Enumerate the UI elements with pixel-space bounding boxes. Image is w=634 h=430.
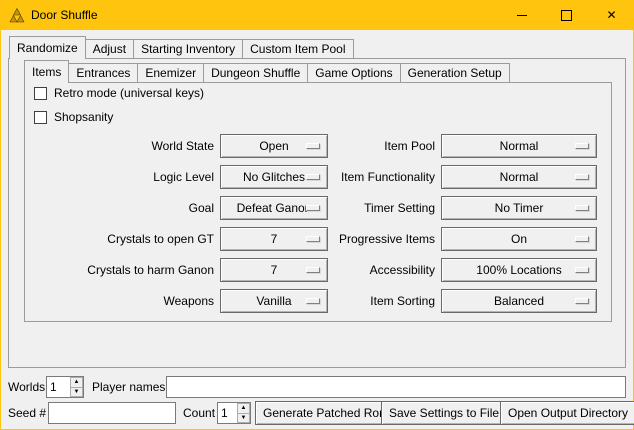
spin-up-button[interactable]: ▲: [237, 403, 250, 414]
spin-up-button[interactable]: ▲: [70, 377, 83, 388]
open-output-directory-button[interactable]: Open Output Directory: [500, 401, 634, 425]
weapons-dropdown[interactable]: Vanilla: [220, 289, 328, 313]
crystals-ganon-value: 7: [271, 263, 278, 277]
maximize-icon: [561, 10, 572, 21]
worlds-label: Worlds: [8, 380, 45, 394]
item-sorting-dropdown[interactable]: Balanced: [441, 289, 597, 313]
spin-down-button[interactable]: ▼: [237, 414, 250, 424]
retro-mode-checkbox-row[interactable]: Retro mode (universal keys): [34, 86, 204, 100]
accessibility-label: Accessibility: [328, 263, 441, 277]
tab-starting-inventory[interactable]: Starting Inventory: [134, 39, 243, 58]
minimize-button[interactable]: [499, 0, 544, 30]
dropdown-indicator-icon: [306, 298, 320, 304]
item-pool-dropdown[interactable]: Normal: [441, 134, 597, 158]
accessibility-dropdown[interactable]: 100% Locations: [441, 258, 597, 282]
window-controls: ✕: [499, 0, 634, 30]
count-input[interactable]: [218, 403, 237, 423]
player-names-label: Player names: [92, 380, 165, 394]
dropdown-indicator-icon: [575, 236, 589, 242]
item-sorting-label: Item Sorting: [328, 294, 441, 308]
item-functionality-value: Normal: [500, 170, 539, 184]
main-tab-bar: Randomize Adjust Starting Inventory Cust…: [9, 35, 354, 58]
dropdown-indicator-icon: [306, 205, 320, 211]
crystals-gt-value: 7: [271, 232, 278, 246]
dropdown-indicator-icon: [575, 174, 589, 180]
weapons-label: Weapons: [30, 294, 220, 308]
goal-label: Goal: [30, 201, 220, 215]
timer-setting-value: No Timer: [495, 201, 544, 215]
player-names-input[interactable]: [166, 376, 626, 398]
seed-input[interactable]: [48, 402, 176, 424]
shopsanity-checkbox[interactable]: [34, 111, 47, 124]
title-bar: Door Shuffle ✕: [0, 0, 634, 30]
sub-tab-bar: Items Entrances Enemizer Dungeon Shuffle…: [24, 59, 510, 82]
progressive-items-value: On: [511, 232, 527, 246]
seed-label: Seed #: [8, 406, 46, 420]
goal-dropdown[interactable]: Defeat Ganon: [220, 196, 328, 220]
maximize-button[interactable]: [544, 0, 589, 30]
app-icon: [9, 7, 25, 23]
tab-game-options[interactable]: Game Options: [308, 63, 400, 82]
tab-custom-item-pool[interactable]: Custom Item Pool: [243, 39, 353, 58]
tab-items[interactable]: Items: [24, 60, 69, 83]
item-functionality-dropdown[interactable]: Normal: [441, 165, 597, 189]
crystals-ganon-label: Crystals to harm Ganon: [30, 263, 220, 277]
item-sorting-value: Balanced: [494, 294, 544, 308]
tab-adjust[interactable]: Adjust: [86, 39, 134, 58]
spin-down-button[interactable]: ▼: [70, 388, 83, 398]
item-functionality-label: Item Functionality: [328, 170, 441, 184]
client-area: Randomize Adjust Starting Inventory Cust…: [1, 30, 633, 429]
dropdown-indicator-icon: [575, 143, 589, 149]
generate-patched-rom-button[interactable]: Generate Patched Rom: [255, 401, 397, 425]
count-spin-buttons: ▲ ▼: [237, 403, 250, 423]
weapons-value: Vanilla: [256, 294, 291, 308]
tab-dungeon-shuffle[interactable]: Dungeon Shuffle: [204, 63, 308, 82]
minimize-icon: [517, 15, 527, 16]
progressive-items-label: Progressive Items: [328, 232, 441, 246]
world-state-value: Open: [259, 139, 288, 153]
dropdown-indicator-icon: [306, 174, 320, 180]
tab-enemizer[interactable]: Enemizer: [138, 63, 204, 82]
dropdown-indicator-icon: [306, 143, 320, 149]
crystals-gt-label: Crystals to open GT: [30, 232, 220, 246]
app-window: Door Shuffle ✕ Randomize Adjust Starting…: [0, 0, 634, 430]
item-pool-value: Normal: [500, 139, 539, 153]
item-pool-label: Item Pool: [328, 139, 441, 153]
logic-level-label: Logic Level: [30, 170, 220, 184]
world-state-label: World State: [30, 139, 220, 153]
goal-value: Defeat Ganon: [237, 201, 312, 215]
world-state-dropdown[interactable]: Open: [220, 134, 328, 158]
worlds-input[interactable]: [47, 377, 70, 397]
dropdown-indicator-icon: [575, 205, 589, 211]
crystals-ganon-dropdown[interactable]: 7: [220, 258, 328, 282]
timer-setting-dropdown[interactable]: No Timer: [441, 196, 597, 220]
window-title: Door Shuffle: [31, 8, 98, 22]
worlds-spin-buttons: ▲ ▼: [70, 377, 83, 397]
dropdown-indicator-icon: [306, 236, 320, 242]
tab-randomize[interactable]: Randomize: [9, 36, 86, 59]
progressive-items-dropdown[interactable]: On: [441, 227, 597, 251]
dropdown-indicator-icon: [575, 298, 589, 304]
count-spinner[interactable]: ▲ ▼: [217, 402, 251, 424]
save-settings-button[interactable]: Save Settings to File: [381, 401, 507, 425]
count-label: Count: [183, 406, 215, 420]
dropdown-indicator-icon: [575, 267, 589, 273]
shopsanity-checkbox-row[interactable]: Shopsanity: [34, 110, 113, 124]
settings-grid: World State Open Item Pool Normal Logic …: [30, 130, 597, 316]
dropdown-indicator-icon: [306, 267, 320, 273]
retro-mode-checkbox[interactable]: [34, 87, 47, 100]
close-icon: ✕: [606, 9, 616, 21]
shopsanity-label: Shopsanity: [54, 110, 113, 124]
worlds-spinner[interactable]: ▲ ▼: [46, 376, 84, 398]
tab-generation-setup[interactable]: Generation Setup: [401, 63, 510, 82]
logic-level-value: No Glitches: [243, 170, 305, 184]
timer-setting-label: Timer Setting: [328, 201, 441, 215]
retro-mode-label: Retro mode (universal keys): [54, 86, 204, 100]
tab-entrances[interactable]: Entrances: [69, 63, 138, 82]
close-button[interactable]: ✕: [589, 0, 634, 30]
logic-level-dropdown[interactable]: No Glitches: [220, 165, 328, 189]
accessibility-value: 100% Locations: [476, 263, 561, 277]
crystals-gt-dropdown[interactable]: 7: [220, 227, 328, 251]
